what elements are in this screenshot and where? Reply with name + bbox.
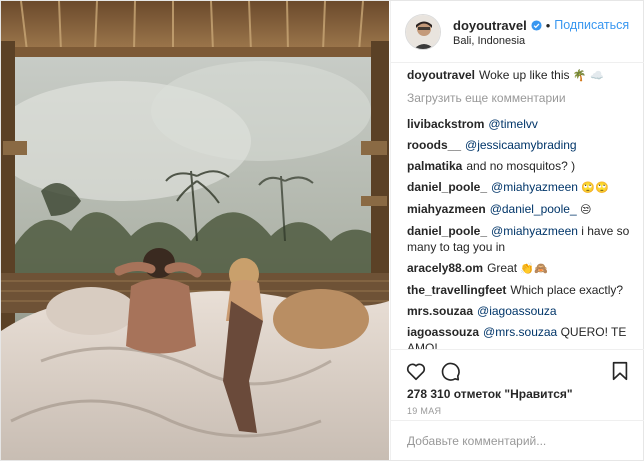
comment-row: rooods__ @jessicaamybrading — [407, 137, 637, 153]
caption-emoji: 🌴 ☁️ — [572, 69, 604, 82]
add-comment-input[interactable] — [407, 431, 629, 451]
instagram-post: doyoutravel • Подписаться Bali, Indonesi… — [0, 0, 644, 461]
bookmark-icon[interactable] — [609, 360, 631, 382]
post-photo[interactable] — [1, 1, 389, 460]
comment-row: iagoassouza @mrs.souzaa QUERO! TE AMO! — [407, 324, 637, 349]
comment-username[interactable]: iagoassouza — [407, 325, 479, 339]
comment-username[interactable]: the_travellingfeet — [407, 283, 506, 297]
avatar-image — [406, 15, 440, 49]
comment-mention-link[interactable]: @daniel_poole_ — [490, 202, 577, 216]
comment-row: aracely88.om Great 👏🙈 — [407, 260, 637, 277]
post-panel: doyoutravel • Подписаться Bali, Indonesi… — [390, 1, 644, 460]
comment-mention-link[interactable]: @iagoassouza — [477, 304, 557, 318]
post-date[interactable]: 19 МАЯ — [407, 406, 441, 416]
comment-username[interactable]: mrs.souzaa — [407, 304, 473, 318]
comment-mention-link[interactable]: @jessicaamybrading — [465, 138, 577, 152]
caption-text: Woke up like this — [479, 68, 573, 82]
comment-emoji: 😒 — [579, 203, 592, 216]
comment-row: miahyazmeen @daniel_poole_ 😒 — [407, 201, 637, 218]
comment-icon[interactable] — [439, 360, 461, 382]
follow-button[interactable]: Подписаться — [554, 18, 629, 32]
comment-emoji: 🙄🙄 — [581, 181, 609, 194]
comment-mention-link[interactable]: @timelvv — [488, 117, 538, 131]
location-link[interactable]: Bali, Indonesia — [453, 35, 525, 47]
comment-username[interactable]: aracely88.om — [407, 261, 483, 275]
comment-rows: livibackstrom @timelvv rooods__ @jessicaamy… — [407, 116, 637, 349]
load-more-comments-button[interactable]: Загрузить еще комментарии — [407, 90, 637, 106]
separator-dot: • — [545, 17, 551, 33]
comment-mention-link[interactable]: @miahyazmeen — [491, 180, 578, 194]
comment-text: Which place exactly? — [510, 283, 624, 297]
comment-row: daniel_poole_ @miahyazmeen 🙄🙄 — [407, 179, 637, 196]
add-comment-section — [391, 420, 644, 459]
avatar[interactable] — [405, 14, 441, 50]
comments-list[interactable]: doyoutravel Woke up like this 🌴 ☁️ Загруз… — [407, 67, 637, 349]
author-line: doyoutravel • Подписаться — [453, 17, 629, 33]
caption-username[interactable]: doyoutravel — [407, 68, 475, 82]
photo-illustration — [1, 1, 389, 460]
likes-count[interactable]: 278 310 отметок "Нравится" — [407, 387, 573, 401]
comment-username[interactable]: palmatika — [407, 159, 462, 173]
comment-text: Great — [487, 261, 521, 275]
author-username[interactable]: doyoutravel — [453, 18, 527, 33]
comment-mention-link[interactable]: @mrs.souzaa — [483, 325, 557, 339]
post-header: doyoutravel • Подписаться Bali, Indonesi… — [391, 1, 644, 63]
verified-badge-icon — [531, 19, 542, 31]
comment-username[interactable]: daniel_poole_ — [407, 224, 487, 238]
comment-row: palmatika and no mosquitos? ) — [407, 158, 637, 174]
comment-row: livibackstrom @timelvv — [407, 116, 637, 132]
comment-username[interactable]: daniel_poole_ — [407, 180, 487, 194]
heart-icon[interactable] — [405, 360, 427, 382]
comment-emoji: 👏🙈 — [520, 262, 548, 275]
comment-text: and no mosquitos? ) — [466, 159, 576, 173]
comment-username[interactable]: miahyazmeen — [407, 202, 486, 216]
caption: doyoutravel Woke up like this 🌴 ☁️ — [407, 67, 637, 84]
comment-row: mrs.souzaa @iagoassouza — [407, 303, 637, 319]
comment-username[interactable]: livibackstrom — [407, 117, 484, 131]
comment-mention-link[interactable]: @miahyazmeen — [491, 224, 578, 238]
comment-row: the_travellingfeet Which place exactly? — [407, 282, 637, 298]
comment-row: daniel_poole_ @miahyazmeen i have so many… — [407, 223, 637, 255]
comment-username[interactable]: rooods__ — [407, 138, 461, 152]
actions-section: 278 310 отметок "Нравится" 19 МАЯ — [391, 349, 644, 453]
